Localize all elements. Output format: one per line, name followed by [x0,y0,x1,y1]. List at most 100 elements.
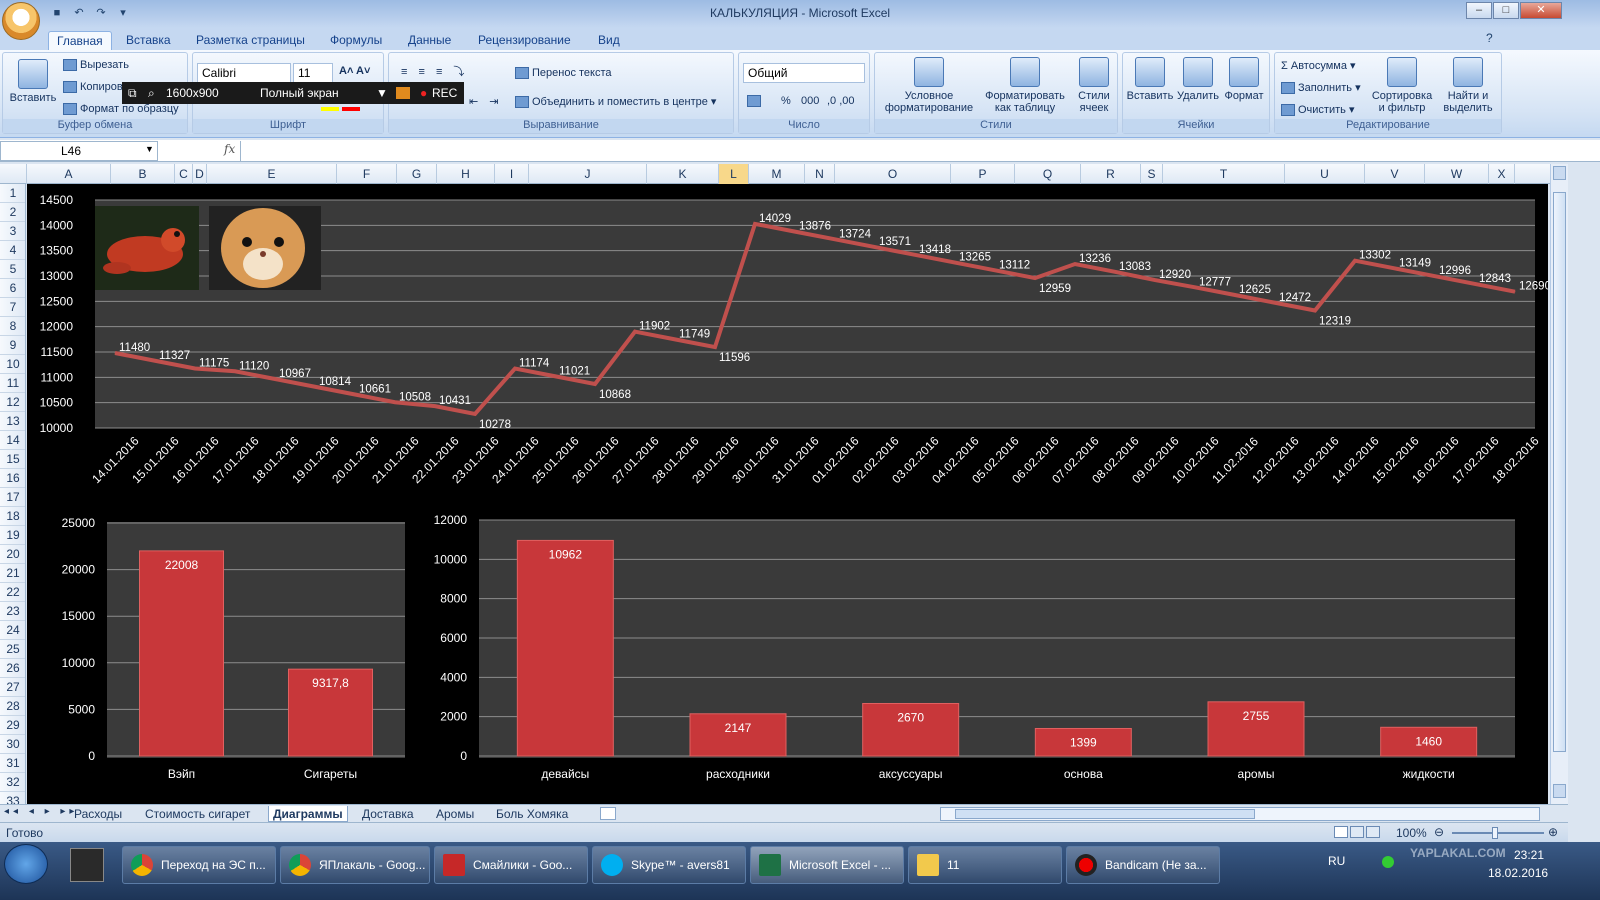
zoom-level[interactable]: 100% [1396,826,1427,840]
row-header-33[interactable]: 33 [0,792,25,804]
tab-home[interactable]: Главная [48,31,112,50]
language-indicator[interactable]: RU [1328,854,1345,868]
indent-icons[interactable]: ⇤ ⇥ [469,95,503,108]
column-header-O[interactable]: O [835,164,951,184]
cut-button[interactable]: Вырезать [63,59,129,72]
worksheet[interactable]: 10000 10500 11000 11500 12000 12500 13000 13500… [27,184,1548,804]
grow-font-icon[interactable]: A˄ A˅ [339,65,370,77]
clock-date[interactable]: 18.02.2016 [1488,866,1548,880]
row-header-17[interactable]: 17 [0,488,25,507]
row-header-5[interactable]: 5 [0,260,25,279]
font-size-select[interactable]: 11 [293,63,333,83]
tray-icon[interactable] [1382,856,1394,868]
tab-data[interactable]: Данные [400,31,459,50]
row-header-9[interactable]: 9 [0,336,25,355]
sheet-nav-icons[interactable]: ◂◂ ◂ ▸ ▸▸ [4,806,78,817]
row-header-29[interactable]: 29 [0,716,25,735]
column-header-W[interactable]: W [1425,164,1489,184]
frog-image[interactable] [95,206,199,290]
new-sheet-icon[interactable] [600,807,616,820]
row-header-30[interactable]: 30 [0,735,25,754]
sort-filter-button[interactable]: Сортировка и фильтр [1369,57,1435,114]
delete-cells-button[interactable]: Удалить [1175,57,1221,102]
column-header-G[interactable]: G [397,164,437,184]
row-header-19[interactable]: 19 [0,526,25,545]
row-header-11[interactable]: 11 [0,374,25,393]
row-header-12[interactable]: 12 [0,393,25,412]
column-header-A[interactable]: A [27,164,111,184]
column-header-X[interactable]: X [1489,164,1515,184]
row-header-4[interactable]: 4 [0,241,25,260]
column-header-C[interactable]: C [175,164,193,184]
merge-center-button[interactable]: Объединить и поместить в центре ▾ [515,95,716,109]
maximize-button[interactable]: □ [1493,2,1519,19]
normal-view-icon[interactable] [1334,826,1348,838]
wrap-text-button[interactable]: Перенос текста [515,67,612,80]
align-top-icon[interactable]: ≡ ≡ ≡ ⤵ [401,63,468,79]
tab-formulas[interactable]: Формулы [322,31,390,50]
view-buttons[interactable] [1334,826,1388,839]
row-header-23[interactable]: 23 [0,602,25,621]
tab-review[interactable]: Рецензирование [470,31,579,50]
formula-input[interactable] [240,141,1556,161]
tab-view[interactable]: Вид [590,31,628,50]
conditional-format-button[interactable]: Условное форматирование [877,57,981,114]
customize-qat-icon[interactable]: ▾ [114,5,132,21]
scroll-up-icon[interactable] [1553,166,1566,180]
bandicam-mode[interactable]: Полный экран [260,82,339,104]
save-icon[interactable]: ■ [48,5,66,21]
film-icon[interactable] [70,848,104,882]
column-header-R[interactable]: R [1081,164,1141,184]
office-button[interactable] [2,2,40,40]
thousands-button[interactable]: 000 [801,95,819,107]
taskbar-skype[interactable]: Skype™ - avers81 [592,846,746,884]
row-header-3[interactable]: 3 [0,222,25,241]
taskbar-bandicam[interactable]: Bandicam (Не за... [1066,846,1220,884]
bar-chart-2-plot-area[interactable] [479,520,1515,758]
vertical-scrollbar[interactable] [1550,164,1568,804]
name-box[interactable]: L46 [0,141,158,161]
tab-insert[interactable]: Вставка [118,31,179,50]
record-button[interactable]: REC [432,82,457,104]
scroll-down-icon[interactable] [1553,784,1566,798]
column-header-T[interactable]: T [1163,164,1285,184]
copy-button[interactable]: Копиров [63,81,123,94]
autosum-button[interactable]: Σ Автосумма ▾ [1281,59,1356,72]
column-header-H[interactable]: H [437,164,495,184]
horizontal-scrollbar[interactable] [940,807,1540,821]
taskbar-chrome-1[interactable]: Переход на ЭС п... [122,846,276,884]
row-header-32[interactable]: 32 [0,773,25,792]
column-header-L[interactable]: L [719,164,749,184]
row-header-26[interactable]: 26 [0,659,25,678]
row-header-10[interactable]: 10 [0,355,25,374]
row-header-27[interactable]: 27 [0,678,25,697]
sheet-tab-aromas[interactable]: Аромы [432,806,478,822]
column-header-Q[interactable]: Q [1015,164,1081,184]
scroll-thumb[interactable] [1553,192,1566,752]
row-header-31[interactable]: 31 [0,754,25,773]
taskbar-chrome-2[interactable]: ЯПлакаль - Goog... [280,846,430,884]
row-header-24[interactable]: 24 [0,621,25,640]
row-header-8[interactable]: 8 [0,317,25,336]
fill-button[interactable]: Заполнить ▾ [1281,81,1361,95]
chevron-down-icon[interactable]: ▼ [145,144,154,154]
column-header-J[interactable]: J [529,164,647,184]
select-all-corner[interactable] [0,164,27,184]
horizontal-scroll-thumb[interactable] [955,809,1255,819]
chevron-down-icon[interactable]: ▼ [376,82,388,104]
row-header-15[interactable]: 15 [0,450,25,469]
font-name-select[interactable]: Calibri [197,63,291,83]
row-header-1[interactable]: 1 [0,184,25,203]
column-header-V[interactable]: V [1365,164,1425,184]
column-header-S[interactable]: S [1141,164,1163,184]
row-header-22[interactable]: 22 [0,583,25,602]
row-header-21[interactable]: 21 [0,564,25,583]
close-button[interactable]: ✕ [1520,2,1562,19]
tab-page-layout[interactable]: Разметка страницы [188,31,313,50]
row-header-7[interactable]: 7 [0,298,25,317]
window-mode-icon[interactable]: ⧉ [128,82,137,104]
row-header-2[interactable]: 2 [0,203,25,222]
column-header-D[interactable]: D [193,164,207,184]
zoom-out-icon[interactable]: ⊖ [1434,825,1444,839]
column-header-K[interactable]: K [647,164,719,184]
